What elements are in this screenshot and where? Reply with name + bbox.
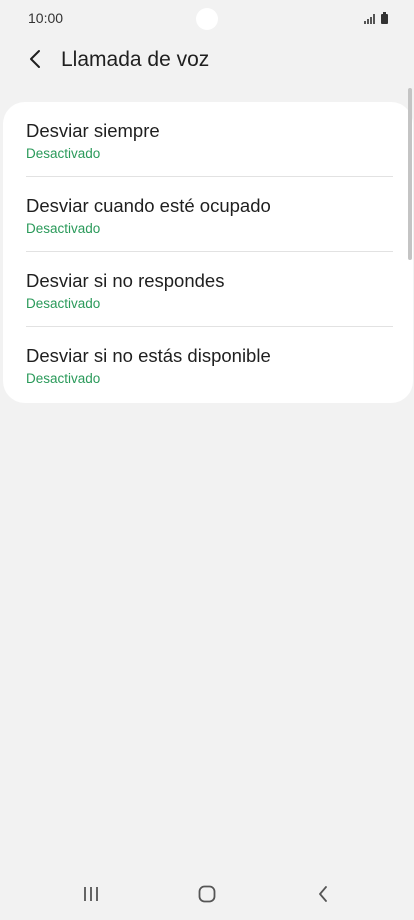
item-title: Desviar si no estás disponible — [26, 345, 271, 366]
recents-button[interactable] — [71, 882, 111, 906]
home-icon — [198, 885, 216, 903]
page-title: Llamada de voz — [61, 48, 210, 71]
list-item-desviar-siempre[interactable]: Desviar siempre Desactivado — [3, 102, 413, 177]
item-title: Desviar si no respondes — [26, 270, 225, 291]
chevron-left-icon — [30, 50, 40, 68]
item-status: Desactivado — [26, 221, 101, 236]
header: Llamada de voz — [0, 40, 414, 80]
item-status: Desactivado — [26, 146, 101, 161]
nav-back-button[interactable] — [303, 882, 343, 906]
scrollbar[interactable] — [408, 88, 412, 260]
item-status: Desactivado — [26, 371, 101, 386]
navigation-bar — [0, 872, 414, 916]
battery-icon — [381, 12, 388, 24]
item-title: Desviar siempre — [26, 120, 160, 141]
item-status: Desactivado — [26, 296, 101, 311]
status-icons — [364, 12, 388, 24]
back-icon — [319, 886, 327, 902]
status-bar: 10:00 — [0, 0, 414, 36]
recents-icon — [84, 887, 98, 901]
item-title: Desviar cuando esté ocupado — [26, 195, 271, 216]
list-item-desviar-ocupado[interactable]: Desviar cuando esté ocupado Desactivado — [3, 177, 413, 252]
list-item-desviar-no-respondes[interactable]: Desviar si no respondes Desactivado — [3, 252, 413, 327]
status-time: 10:00 — [28, 10, 64, 26]
home-button[interactable] — [187, 882, 227, 906]
back-button[interactable] — [20, 44, 50, 74]
signal-icon — [364, 14, 375, 24]
list-item-desviar-no-disponible[interactable]: Desviar si no estás disponible Desactiva… — [3, 327, 413, 402]
forwarding-options-card: Desviar siempre Desactivado Desviar cuan… — [3, 102, 413, 403]
camera-cutout — [196, 8, 218, 30]
